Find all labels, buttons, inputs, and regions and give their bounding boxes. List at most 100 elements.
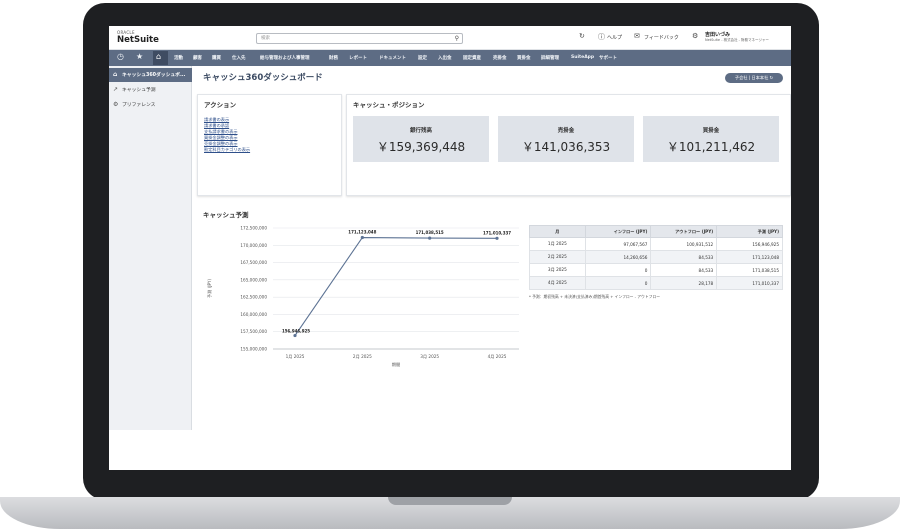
cell-outflow: 84,533 xyxy=(650,263,718,277)
nav-payroll-hr[interactable]: 給与管理および人事管理 xyxy=(260,55,310,61)
x-axis-title: 期間 xyxy=(392,362,400,368)
table-header-row: 月 インフロー (JPY) アウトフロー (JPY) 予測 (JPY) xyxy=(529,225,783,238)
col-forecast[interactable]: 予測 (JPY) xyxy=(716,225,783,238)
search-icon[interactable]: ⚲ xyxy=(455,35,459,42)
feedback-icon[interactable]: ✉ xyxy=(634,32,640,40)
sidebar-item-cash-forecast[interactable]: ↗ キャッシュ予測 xyxy=(109,83,192,97)
cell-inflow: 97,067,567 xyxy=(584,237,652,251)
link-view-account-categories[interactable]: 勘定科目カテゴリの表示 xyxy=(204,147,250,153)
y-tick-label: 160,000,000 xyxy=(240,312,267,317)
data-point xyxy=(293,333,297,338)
forecast-footnote: * 予測：期初残高 + 未決済(支払済み)期首残高 + インフロー - アウトフ… xyxy=(529,294,661,299)
forecast-title: キャッシュ予測 xyxy=(203,211,249,219)
nav-fixed-assets[interactable]: 固定資産 xyxy=(463,55,481,61)
cell-forecast: 171,123,048 xyxy=(716,250,783,264)
actions-portlet: アクション 請求書の表示 請求書の承認 支払請求書の表示 買掛金調整の表示 売掛… xyxy=(197,94,342,196)
cell-month: 3月 2025 xyxy=(529,263,586,277)
cell-inflow: 0 xyxy=(584,263,652,277)
favorites-icon[interactable]: ★ xyxy=(136,52,143,61)
kpi-label: 銀行残高 xyxy=(409,128,432,134)
data-label: 171,010,337 xyxy=(483,230,511,235)
user-roles-icon[interactable]: ⚙ xyxy=(692,32,698,40)
subsidiary-selector[interactable]: 子会社 | 日本本社 ↻ xyxy=(725,73,783,83)
y-axis-title: 予測 (JPY) xyxy=(206,279,213,299)
kpi-payables[interactable]: 買掛金 ￥101,211,462 xyxy=(643,116,779,162)
sidebar-item-label: キャッシュ360ダッシュボ... xyxy=(122,73,186,78)
data-point xyxy=(495,236,499,240)
refresh-icon: ↻ xyxy=(769,75,774,80)
cell-forecast: 171,010,337 xyxy=(716,276,783,290)
user-name[interactable]: 吉田いづみ xyxy=(705,31,730,38)
kpi-bank-balance[interactable]: 銀行残高 ￥159,369,448 xyxy=(353,116,489,162)
recent-icon[interactable]: ◷ xyxy=(117,52,124,61)
cell-inflow: 0 xyxy=(584,276,652,290)
table-row: 3月 2025 0 84,533 171,038,515 xyxy=(529,263,783,277)
subsidiary-label: 子会社 | 日本本社 xyxy=(734,75,769,80)
global-search-input[interactable]: 検索 ⚲ xyxy=(256,33,463,44)
sidebar-item-label: キャッシュ予測 xyxy=(122,88,156,93)
y-tick-label: 170,000,000 xyxy=(240,243,267,248)
cell-inflow: 14,260,656 xyxy=(584,250,652,264)
cell-outflow: 84,533 xyxy=(650,250,718,264)
nav-vendors[interactable]: 仕入先 xyxy=(232,55,246,61)
y-tick-label: 162,500,000 xyxy=(240,295,267,300)
cell-month: 2月 2025 xyxy=(529,250,586,264)
y-tick-label: 157,500,000 xyxy=(240,329,267,334)
kpi-value: ￥101,211,462 xyxy=(666,140,756,154)
y-tick-label: 172,500,000 xyxy=(240,226,267,231)
data-label: 156,946,925 xyxy=(282,329,310,334)
col-outflow[interactable]: アウトフロー (JPY) xyxy=(650,225,718,238)
nav-suiteapp[interactable]: SuiteApp xyxy=(571,55,594,60)
top-header: ORACLE NetSuite 検索 ⚲ ↻ ⓘ ヘルプ ✉ フィードバック ⚙… xyxy=(109,26,791,50)
app-screen: ORACLE NetSuite 検索 ⚲ ↻ ⓘ ヘルプ ✉ フィードバック ⚙… xyxy=(109,26,791,470)
nav-financial[interactable]: 財務 xyxy=(329,55,338,61)
x-tick-label: 1月 2025 xyxy=(286,354,305,360)
nav-support[interactable]: サポート xyxy=(599,55,617,61)
data-label: 171,123,048 xyxy=(348,230,376,235)
forecast-line xyxy=(294,236,498,336)
help-icon[interactable]: ⓘ xyxy=(598,32,605,42)
y-tick-label: 155,000,000 xyxy=(240,347,267,352)
col-month[interactable]: 月 xyxy=(529,225,586,238)
y-tick-label: 167,500,000 xyxy=(240,260,267,265)
feedback-link[interactable]: フィードバック xyxy=(644,34,679,41)
laptop-notch xyxy=(388,497,512,505)
nav-payments[interactable]: 入出金 xyxy=(438,55,452,61)
help-link[interactable]: ヘルプ xyxy=(607,34,622,41)
recent-records-icon[interactable]: ↻ xyxy=(579,32,585,40)
y-tick-label: 165,000,000 xyxy=(240,277,267,282)
kpi-receivables[interactable]: 売掛金 ￥141,036,353 xyxy=(498,116,634,162)
sidebar-item-cash360-dashboard[interactable]: ⌂ キャッシュ360ダッシュボ... xyxy=(109,68,192,82)
nav-receivables[interactable]: 売掛金 xyxy=(493,55,507,61)
nav-reports[interactable]: レポート xyxy=(349,55,367,61)
kpi-label: 売掛金 xyxy=(557,128,575,134)
nav-setup[interactable]: 設定 xyxy=(418,55,427,61)
netsuite-logo[interactable]: NetSuite xyxy=(117,35,159,45)
sidebar-item-preferences[interactable]: ⚙ プリファレンス xyxy=(109,98,192,112)
table-row: 4月 2025 0 28,178 171,010,337 xyxy=(529,276,783,290)
home-icon: ⌂ xyxy=(156,52,162,61)
nav-documents[interactable]: ドキュメント xyxy=(379,55,406,61)
data-point xyxy=(428,236,432,240)
forecast-line-chart: 172,500,000 170,000,000 167,500,000 165,000… xyxy=(206,226,519,368)
cell-forecast: 171,038,515 xyxy=(716,263,783,277)
col-inflow[interactable]: インフロー (JPY) xyxy=(584,225,652,238)
nav-payables[interactable]: 買掛金 xyxy=(517,55,531,61)
data-point xyxy=(360,235,364,240)
cell-month: 4月 2025 xyxy=(529,276,586,290)
chart-icon: ↗ xyxy=(113,86,119,93)
main-navigation: ◷ ★ ⌂ 活動 顧客 購買 仕入先 給与管理および人事管理 財務 レポート ド… xyxy=(109,50,791,66)
table-row: 1月 2025 97,067,567 100,931,512 156,946,9… xyxy=(529,237,783,251)
table-row: 2月 2025 14,260,656 84,533 171,123,048 xyxy=(529,250,783,264)
cell-outflow: 28,178 xyxy=(650,276,718,290)
sidebar-item-label: プリファレンス xyxy=(122,103,156,108)
home-button[interactable]: ⌂ xyxy=(153,51,168,65)
cell-forecast: 156,946,925 xyxy=(716,237,783,251)
x-tick-label: 2月 2025 xyxy=(353,354,372,360)
nav-advanced[interactable]: 詳細管理 xyxy=(541,55,559,61)
nav-activities[interactable]: 活動 xyxy=(174,55,183,61)
user-role[interactable]: NetSuite - 株式会社 - 財務マネージャー xyxy=(705,38,769,43)
kpi-value: ￥159,369,448 xyxy=(376,140,466,154)
nav-customers[interactable]: 顧客 xyxy=(193,55,202,61)
nav-purchases[interactable]: 購買 xyxy=(212,55,221,61)
